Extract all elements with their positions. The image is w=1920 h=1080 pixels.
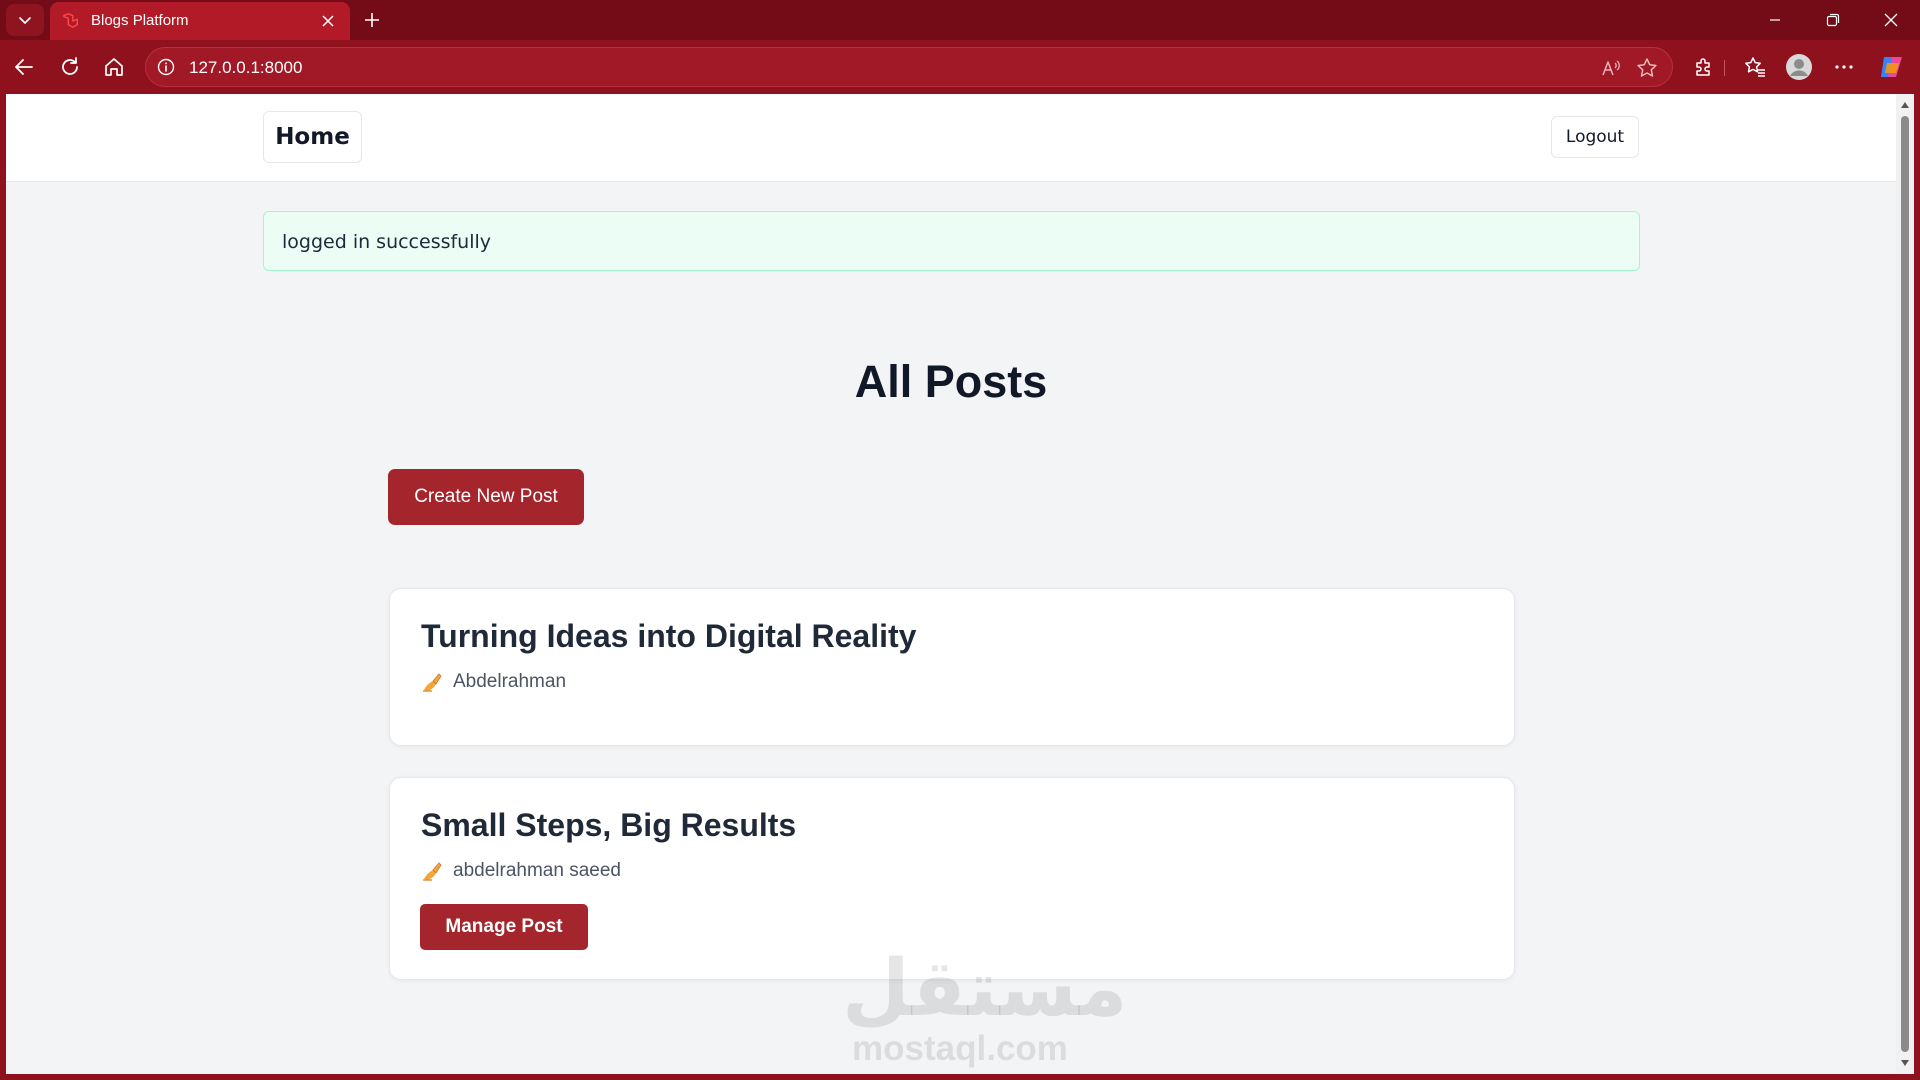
minimize-icon bbox=[1770, 19, 1780, 21]
vertical-scrollbar[interactable] bbox=[1896, 94, 1914, 1074]
home-icon bbox=[105, 58, 123, 76]
author-name: Abdelrahman bbox=[453, 671, 567, 692]
page-title: All Posts bbox=[854, 356, 1048, 407]
close-icon bbox=[1884, 13, 1898, 27]
copilot-icon bbox=[1881, 57, 1902, 77]
restore-icon bbox=[1826, 13, 1840, 27]
scrollbar-thumb[interactable] bbox=[1901, 116, 1909, 1052]
puzzle-icon bbox=[1696, 58, 1710, 76]
address-bar[interactable]: 127.0.0.1:8000 bbox=[145, 47, 1673, 87]
watermark-latin: mostaql.com bbox=[852, 1029, 1068, 1068]
plus-icon bbox=[365, 13, 379, 27]
url-text[interactable]: 127.0.0.1:8000 bbox=[189, 58, 302, 78]
browser-toolbar: 127.0.0.1:8000 bbox=[0, 40, 1920, 94]
site-navbar: Home Logout bbox=[6, 94, 1896, 182]
writing-hand-icon bbox=[423, 862, 442, 881]
more-menu-button[interactable] bbox=[1830, 53, 1858, 81]
scroll-down-arrow-icon[interactable] bbox=[1900, 1058, 1910, 1068]
tab-list-button[interactable] bbox=[6, 4, 44, 36]
info-icon[interactable] bbox=[157, 58, 175, 76]
home-link[interactable]: Home bbox=[263, 111, 362, 163]
tab-close-button[interactable] bbox=[318, 11, 338, 31]
logout-button[interactable]: Logout bbox=[1551, 116, 1639, 158]
post-title[interactable]: Small Steps, Big Results bbox=[421, 807, 796, 844]
post-title[interactable]: Turning Ideas into Digital Reality bbox=[421, 618, 916, 655]
create-post-button[interactable]: Create New Post bbox=[388, 469, 584, 525]
profile-button[interactable] bbox=[1785, 53, 1813, 81]
browser-tab-active[interactable]: Blogs Platform bbox=[50, 2, 350, 40]
alert-message: logged in successfully bbox=[282, 231, 492, 253]
close-icon bbox=[322, 15, 334, 27]
page-viewport: Home Logout logged in successfully All P… bbox=[6, 94, 1896, 1074]
scroll-up-arrow-icon[interactable] bbox=[1900, 100, 1910, 110]
avatar-icon bbox=[1786, 54, 1812, 80]
star-icon bbox=[1637, 58, 1657, 77]
new-tab-button[interactable] bbox=[358, 6, 386, 34]
extensions-button[interactable] bbox=[1690, 53, 1718, 81]
browser-tab-bar: Blogs Platform bbox=[0, 0, 1920, 40]
author-name: abdelrahman saeed bbox=[453, 860, 621, 881]
chevron-down-icon bbox=[19, 17, 31, 24]
home-button[interactable] bbox=[98, 51, 130, 83]
writing-hand-icon bbox=[423, 673, 442, 692]
read-aloud-button[interactable] bbox=[1600, 57, 1622, 79]
copilot-button[interactable] bbox=[1878, 53, 1906, 81]
watermark-arabic: مستقل bbox=[842, 944, 1128, 1034]
laravel-logo-icon bbox=[63, 13, 78, 28]
favorite-button[interactable] bbox=[1636, 57, 1658, 79]
post-author: Abdelrahman bbox=[421, 671, 566, 693]
favorites-icon bbox=[1745, 57, 1765, 77]
post-card: Turning Ideas into Digital Reality Abdel… bbox=[389, 588, 1515, 746]
toolbar-divider bbox=[1724, 60, 1725, 76]
favorites-button[interactable] bbox=[1741, 53, 1769, 81]
reload-button[interactable] bbox=[54, 51, 86, 83]
minimize-button[interactable] bbox=[1746, 0, 1804, 40]
back-button[interactable] bbox=[8, 51, 40, 83]
watermark: مستقل mostaql.com bbox=[842, 944, 1128, 1069]
tab-title: Blogs Platform bbox=[91, 12, 189, 29]
restore-button[interactable] bbox=[1804, 0, 1862, 40]
more-horizontal-icon bbox=[1835, 65, 1853, 69]
success-alert: logged in successfully bbox=[263, 211, 1640, 271]
read-aloud-icon bbox=[1602, 60, 1620, 76]
post-author: abdelrahman saeed bbox=[421, 860, 621, 882]
close-window-button[interactable] bbox=[1862, 0, 1920, 40]
reload-icon bbox=[62, 57, 78, 75]
arrow-left-icon bbox=[15, 59, 33, 75]
manage-post-button[interactable]: Manage Post bbox=[420, 904, 588, 950]
